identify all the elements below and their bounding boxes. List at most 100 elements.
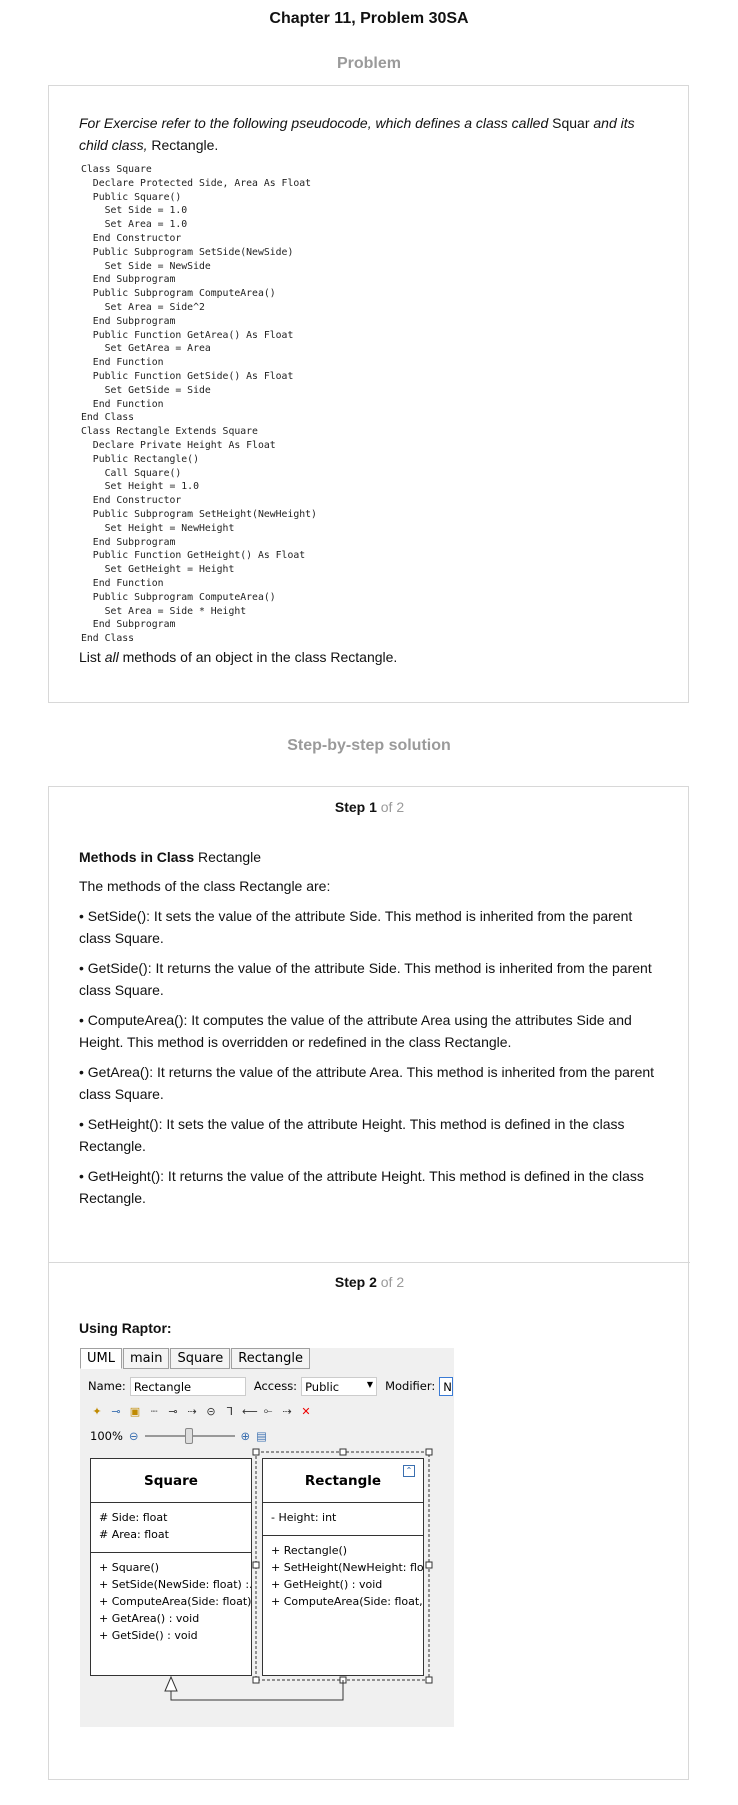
square-op: + GetSide() : void xyxy=(99,1629,198,1642)
fit-view-icon[interactable]: ▤ xyxy=(256,1429,267,1443)
modifier-input[interactable]: N xyxy=(439,1376,454,1396)
step-1-label: Step 1 xyxy=(334,799,377,815)
tab-uml[interactable]: UML xyxy=(80,1348,122,1369)
zoom-level: 100% xyxy=(90,1429,123,1443)
rectangle-attr-height: - Height: int xyxy=(271,1511,337,1524)
step-1-paragraph: The methods of the class Rectangle are: xyxy=(79,878,331,894)
step-2-subtitle: Using Raptor: xyxy=(79,1320,172,1336)
resize-handle[interactable] xyxy=(339,1676,347,1684)
intro-class-1: Squar xyxy=(552,115,590,131)
square-op: + GetArea() : void xyxy=(99,1612,200,1625)
name-label: Name: xyxy=(88,1379,126,1393)
rectangle-attributes: - Height: int xyxy=(263,1503,423,1536)
rectangle-operations: + Rectangle() + SetHeight(NewHeight: flo… xyxy=(263,1536,423,1616)
association-icon[interactable]: ⊸ xyxy=(166,1405,180,1418)
method-computearea: • ComputeArea(): It computes the value o… xyxy=(79,1011,632,1051)
resize-handle[interactable] xyxy=(252,1676,260,1684)
rectangle-class-name: Rectangle ⌃ xyxy=(263,1459,423,1503)
modifier-label: Modifier: xyxy=(385,1379,436,1393)
method-getheight: • GetHeight(): It returns the value of t… xyxy=(79,1167,644,1207)
square-attr-area: # Area: float xyxy=(99,1528,169,1541)
square-attr-side: # Side: float xyxy=(99,1511,168,1524)
square-op: + Square() xyxy=(99,1561,160,1574)
page-title: Chapter 11, Problem 30SA xyxy=(269,10,469,27)
solution-section-title: Step-by-step solution xyxy=(287,737,451,754)
class-properties-bar: Name: Rectangle Access: Public ▼ Modifier… xyxy=(80,1373,454,1399)
zoom-out-icon[interactable]: ⊖ xyxy=(129,1429,139,1443)
square-op: + SetSide(NewSide: float) :... xyxy=(99,1578,251,1591)
step-2-label: Step 2 xyxy=(334,1274,377,1290)
problem-section-title: Problem xyxy=(336,55,401,72)
square-operations: + Square() + SetSide(NewSide: float) :..… xyxy=(91,1553,251,1650)
inheritance-arrow-icon xyxy=(164,1675,178,1692)
resize-handle[interactable] xyxy=(425,1448,433,1456)
resize-handle[interactable] xyxy=(339,1448,347,1456)
step-1-subtitle-rest: Rectangle xyxy=(194,849,262,865)
access-select[interactable]: Public ▼ xyxy=(301,1376,378,1396)
method-getside: • GetSide(): It returns the value of the… xyxy=(79,959,652,999)
collapse-icon[interactable]: ⌃ xyxy=(403,1465,415,1477)
pseudocode-block: Class Square Declare Protected Side, Are… xyxy=(81,164,317,645)
tab-square[interactable]: Square xyxy=(170,1348,231,1369)
resize-handle[interactable] xyxy=(252,1561,260,1569)
delete-icon[interactable]: ✕ xyxy=(299,1405,313,1418)
square-attributes: # Side: float # Area: float xyxy=(91,1503,251,1553)
add-attribute-icon[interactable]: ⊸ xyxy=(109,1405,123,1418)
method-setside: • SetSide(): It sets the value of the at… xyxy=(79,907,633,947)
step-1-subtitle-bold: Methods in Class xyxy=(79,849,195,865)
step-2-of: of 2 xyxy=(380,1274,405,1290)
method-setheight: • SetHeight(): It sets the value of the … xyxy=(79,1115,625,1155)
rectangle-op: + GetHeight() : void xyxy=(271,1578,383,1591)
tab-rectangle[interactable]: Rectangle xyxy=(231,1348,311,1369)
problem-card: For Exercise refer to the following pseu… xyxy=(48,85,689,703)
inheritance-line xyxy=(170,1680,344,1701)
question-emphasis: all xyxy=(104,649,119,665)
uml-toolbar: ✦ ⊸ ▣ ┈ ⊸ ⇢ ⊝ ⅂ ⟵ ⟜ ⇢ ✕ xyxy=(80,1400,454,1422)
step-2-heading: Step 2 of 2 xyxy=(49,1262,690,1290)
intro-class-2: Rectangle xyxy=(151,137,215,153)
resize-handle[interactable] xyxy=(252,1448,260,1456)
resize-handle[interactable] xyxy=(425,1676,433,1684)
composition-icon[interactable]: ⟜ xyxy=(261,1404,275,1418)
rectangle-class-name-text: Rectangle xyxy=(304,1473,382,1489)
connector-icon[interactable]: ⅂ xyxy=(223,1405,237,1418)
square-class-name: Square xyxy=(91,1459,251,1503)
intro-italic-1: For Exercise refer to the following pseu… xyxy=(79,115,553,131)
intro-end: . xyxy=(214,137,219,153)
square-op: + ComputeArea(Side: float)... xyxy=(99,1595,251,1608)
inheritance-icon[interactable]: ⟵ xyxy=(242,1405,258,1418)
step-1-heading: Step 1 of 2 xyxy=(49,787,690,815)
new-class-icon[interactable]: ✦ xyxy=(90,1405,104,1418)
zoom-bar: 100% ⊖ ⊕ ▤ xyxy=(80,1425,454,1447)
question-post: methods of an object in the class Rectan… xyxy=(118,649,398,665)
rectangle-op: + SetHeight(NewHeight: flo... xyxy=(271,1561,423,1574)
problem-question: List all methods of an object in the cla… xyxy=(79,649,397,665)
access-value: Public xyxy=(305,1379,340,1394)
uml-class-square[interactable]: Square # Side: float # Area: float + Squ… xyxy=(90,1458,252,1676)
uml-class-rectangle[interactable]: Rectangle ⌃ - Height: int + Rectangle() +… xyxy=(262,1458,424,1676)
step-2: Step 2 of 2 Using Raptor: xyxy=(49,1262,690,1346)
nesting-icon[interactable]: ⇢ xyxy=(280,1405,294,1418)
add-method-icon[interactable]: ▣ xyxy=(128,1405,142,1418)
zoom-in-icon[interactable]: ⊕ xyxy=(241,1429,251,1443)
zoom-slider[interactable] xyxy=(144,1428,235,1444)
step-1-of: of 2 xyxy=(380,799,405,815)
dashed-line-icon[interactable]: ┈ xyxy=(147,1405,161,1418)
raptor-uml-editor: UML main Square Rectangle Name: Rectangl… xyxy=(80,1348,454,1727)
problem-intro: For Exercise refer to the following pseu… xyxy=(79,112,659,156)
zoom-slider-thumb[interactable] xyxy=(184,1428,193,1444)
tab-main[interactable]: main xyxy=(122,1348,170,1369)
question-pre: List xyxy=(79,649,105,665)
rectangle-op: + Rectangle() xyxy=(271,1544,348,1557)
name-input[interactable]: Rectangle xyxy=(129,1376,246,1396)
raptor-tabs: UML main Square Rectangle xyxy=(80,1348,311,1371)
step-1-subtitle: Methods in Class Rectangle xyxy=(79,849,660,865)
step-1: Step 1 of 2 Methods in Class Rectangle T… xyxy=(49,787,690,1217)
realization-icon[interactable]: ⊝ xyxy=(204,1405,218,1418)
method-getarea: • GetArea(): It returns the value of the… xyxy=(79,1063,655,1103)
chevron-down-icon: ▼ xyxy=(366,1379,374,1389)
dependency-icon[interactable]: ⇢ xyxy=(185,1405,199,1418)
access-label: Access: xyxy=(253,1379,298,1393)
rectangle-op: + ComputeArea(Side: float,... xyxy=(271,1595,423,1608)
resize-handle[interactable] xyxy=(425,1561,433,1569)
